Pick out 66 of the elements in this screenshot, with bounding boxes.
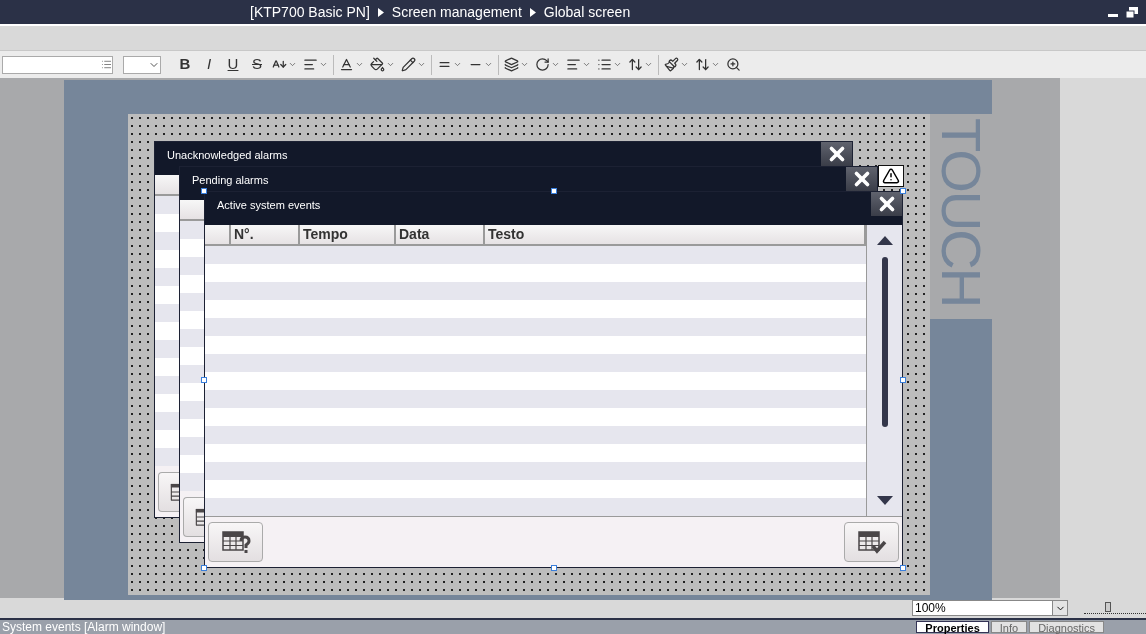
header-cell — [155, 175, 179, 196]
text-style-button[interactable]: U — [221, 53, 245, 76]
spacing-icon[interactable] — [628, 57, 643, 72]
scroll-down-icon[interactable] — [876, 496, 893, 506]
close-button[interactable] — [821, 142, 852, 166]
selection-handle[interactable] — [900, 377, 906, 383]
help-button[interactable] — [183, 497, 204, 537]
brush-icon[interactable] — [664, 57, 679, 72]
window-title: Active system events — [217, 199, 321, 212]
list-icon — [101, 59, 112, 70]
acknowledge-button[interactable] — [844, 522, 899, 562]
restore-icon[interactable] — [1126, 6, 1138, 18]
scroll-up-icon[interactable] — [876, 235, 893, 245]
selection-handle[interactable] — [201, 188, 207, 194]
text-style-button[interactable]: B — [173, 53, 197, 76]
help-button[interactable] — [158, 472, 179, 512]
breadcrumb-arrow-icon — [377, 7, 384, 17]
inspector-tab[interactable]: Diagnostics — [1029, 621, 1104, 633]
selection-handle[interactable] — [900, 188, 906, 194]
selection-handle[interactable] — [551, 565, 557, 571]
alarm-indicator[interactable] — [878, 165, 904, 187]
text-style-button[interactable]: I — [197, 53, 221, 76]
table-icon — [195, 507, 204, 527]
inspector-title: System events [Alarm window] — [1, 621, 166, 633]
font-field[interactable] — [2, 55, 113, 74]
column-header[interactable]: N°. — [231, 225, 300, 244]
help-button[interactable] — [208, 522, 263, 562]
scroll-thumb[interactable] — [881, 257, 888, 427]
inspector-tab[interactable]: Properties — [916, 621, 989, 633]
breadcrumb-arrow-icon — [529, 7, 536, 17]
header-cell — [180, 200, 204, 221]
alarm-window-dialog[interactable]: Active system events N°. Tempo Data Testo — [204, 191, 903, 568]
zoom-field[interactable]: 100% — [912, 600, 1068, 616]
inspector-tab[interactable]: Info — [990, 621, 1028, 633]
pencil-icon[interactable] — [401, 57, 416, 72]
font-color-icon[interactable] — [339, 57, 354, 72]
table-icon — [170, 482, 179, 502]
rotate-icon[interactable] — [535, 57, 550, 72]
order-icon[interactable] — [695, 57, 710, 72]
column-header[interactable]: Data — [396, 225, 485, 244]
fill-color-icon[interactable] — [370, 57, 385, 72]
close-button[interactable] — [846, 167, 877, 191]
table-check-icon — [856, 530, 887, 554]
breadcrumb-item[interactable]: Global screen — [543, 1, 631, 23]
zoom-value: 100% — [915, 600, 947, 617]
slider-thumb[interactable] — [1105, 602, 1112, 612]
table-help-icon — [220, 530, 251, 554]
align-left-icon[interactable] — [303, 57, 318, 72]
text-style-button[interactable]: S — [245, 53, 269, 76]
zoom-slider[interactable] — [1084, 602, 1146, 614]
zoom-icon[interactable] — [726, 57, 741, 72]
window-title: Pending alarms — [192, 174, 269, 187]
window-title: Unacknowledged alarms — [167, 149, 288, 162]
column-header[interactable]: Tempo — [300, 225, 396, 244]
selection-handle[interactable] — [201, 565, 207, 571]
list-icon[interactable] — [597, 57, 612, 72]
selection-handle[interactable] — [201, 377, 207, 383]
selection-handle[interactable] — [900, 565, 906, 571]
breadcrumb-item[interactable]: Screen management — [391, 1, 522, 23]
align-icon[interactable] — [566, 57, 581, 72]
warning-icon — [882, 167, 900, 185]
layers-icon[interactable] — [504, 57, 519, 72]
selection-handle[interactable] — [551, 188, 557, 194]
close-button[interactable] — [871, 192, 902, 216]
scroll-bar[interactable] — [867, 225, 902, 517]
breadcrumb-item[interactable]: [KTP700 Basic PN] — [250, 1, 370, 23]
